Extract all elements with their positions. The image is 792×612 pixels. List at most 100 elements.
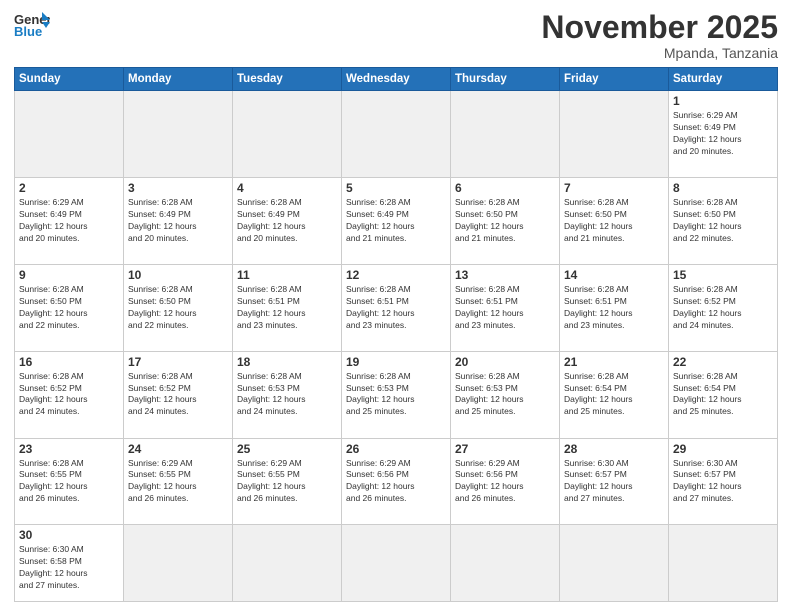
day-number: 18 [237,355,337,369]
calendar-cell: 3 Sunrise: 6:28 AMSunset: 6:49 PMDaylight… [124,178,233,265]
day-info: Sunrise: 6:29 AMSunset: 6:55 PMDaylight:… [237,458,337,506]
month-title: November 2025 [541,10,778,45]
day-number: 6 [455,181,555,195]
day-number: 15 [673,268,773,282]
calendar-cell: 5Sunrise: 6:28 AMSunset: 6:49 PMDaylight… [342,178,451,265]
calendar-cell: 18Sunrise: 6:28 AMSunset: 6:53 PMDayligh… [233,351,342,438]
day-info: Sunrise: 6:28 AMSunset: 6:49 PMDaylight:… [128,197,228,245]
calendar-cell: 7 Sunrise: 6:28 AMSunset: 6:50 PMDaylight… [560,178,669,265]
calendar-cell: 25 Sunrise: 6:29 AMSunset: 6:55 PMDayligh… [233,438,342,525]
day-number: 8 [673,181,773,195]
day-info: Sunrise: 6:29 AMSunset: 6:55 PMDaylight:… [128,458,228,506]
title-block: November 2025 Mpanda, Tanzania [541,10,778,61]
calendar-cell: 22 Sunrise: 6:28 AMSunset: 6:54 PMDayligh… [669,351,778,438]
day-number: 7 [564,181,664,195]
calendar-cell: 12 Sunrise: 6:28 AMSunset: 6:51 PMDayligh… [342,264,451,351]
weekday-friday: Friday [560,68,669,91]
calendar-cell: 20 Sunrise: 6:28 AMSunset: 6:53 PMDayligh… [451,351,560,438]
day-info: Sunrise: 6:29 AMSunset: 6:49 PMDaylight:… [19,197,119,245]
day-number: 28 [564,442,664,456]
calendar-cell: 17 Sunrise: 6:28 AMSunset: 6:52 PMDayligh… [124,351,233,438]
weekday-header-row: SundayMondayTuesdayWednesdayThursdayFrid… [15,68,778,91]
week-row-1: 2 Sunrise: 6:29 AMSunset: 6:49 PMDaylight… [15,178,778,265]
calendar-cell: 1 Sunrise: 6:29 AMSunset: 6:49 PMDaylight… [669,91,778,178]
header: General Blue November 2025 Mpanda, Tanza… [14,10,778,61]
calendar-cell: 26Sunrise: 6:29 AMSunset: 6:56 PMDayligh… [342,438,451,525]
day-number: 10 [128,268,228,282]
day-info: Sunrise: 6:28 AMSunset: 6:55 PMDaylight:… [19,458,119,506]
day-info: Sunrise: 6:28 AMSunset: 6:53 PMDaylight:… [455,371,555,419]
week-row-2: 9 Sunrise: 6:28 AMSunset: 6:50 PMDaylight… [15,264,778,351]
day-info: Sunrise: 6:28 AMSunset: 6:54 PMDaylight:… [673,371,773,419]
day-number: 1 [673,94,773,108]
day-info: Sunrise: 6:28 AMSunset: 6:50 PMDaylight:… [564,197,664,245]
calendar-cell: 4Sunrise: 6:28 AMSunset: 6:49 PMDaylight… [233,178,342,265]
week-row-0: 1 Sunrise: 6:29 AMSunset: 6:49 PMDaylight… [15,91,778,178]
calendar-cell: 16 Sunrise: 6:28 AMSunset: 6:52 PMDayligh… [15,351,124,438]
day-number: 12 [346,268,446,282]
calendar-cell: 10 Sunrise: 6:28 AMSunset: 6:50 PMDayligh… [124,264,233,351]
calendar-cell: 29Sunrise: 6:30 AMSunset: 6:57 PMDayligh… [669,438,778,525]
calendar-cell [342,91,451,178]
day-number: 5 [346,181,446,195]
day-info: Sunrise: 6:28 AMSunset: 6:52 PMDaylight:… [128,371,228,419]
calendar-cell: 2 Sunrise: 6:29 AMSunset: 6:49 PMDaylight… [15,178,124,265]
calendar-cell: 28Sunrise: 6:30 AMSunset: 6:57 PMDayligh… [560,438,669,525]
day-number: 21 [564,355,664,369]
day-info: Sunrise: 6:29 AMSunset: 6:49 PMDaylight:… [673,110,773,158]
day-number: 17 [128,355,228,369]
weekday-sunday: Sunday [15,68,124,91]
day-info: Sunrise: 6:28 AMSunset: 6:50 PMDaylight:… [128,284,228,332]
day-number: 16 [19,355,119,369]
calendar-cell [451,91,560,178]
calendar-cell [124,91,233,178]
day-info: Sunrise: 6:28 AMSunset: 6:51 PMDaylight:… [346,284,446,332]
day-info: Sunrise: 6:28 AMSunset: 6:51 PMDaylight:… [455,284,555,332]
day-number: 25 [237,442,337,456]
day-number: 20 [455,355,555,369]
weekday-monday: Monday [124,68,233,91]
weekday-tuesday: Tuesday [233,68,342,91]
day-number: 27 [455,442,555,456]
calendar-cell: 6Sunrise: 6:28 AMSunset: 6:50 PMDaylight… [451,178,560,265]
weekday-wednesday: Wednesday [342,68,451,91]
day-number: 2 [19,181,119,195]
day-number: 26 [346,442,446,456]
day-info: Sunrise: 6:28 AMSunset: 6:52 PMDaylight:… [19,371,119,419]
day-number: 3 [128,181,228,195]
calendar-cell [342,525,451,602]
calendar-cell [233,91,342,178]
day-number: 13 [455,268,555,282]
logo-icon: General Blue [14,10,50,38]
day-number: 23 [19,442,119,456]
week-row-3: 16 Sunrise: 6:28 AMSunset: 6:52 PMDayligh… [15,351,778,438]
calendar-cell: 9 Sunrise: 6:28 AMSunset: 6:50 PMDaylight… [15,264,124,351]
calendar-cell: 30Sunrise: 6:30 AMSunset: 6:58 PMDayligh… [15,525,124,602]
day-number: 24 [128,442,228,456]
calendar-cell [15,91,124,178]
weekday-thursday: Thursday [451,68,560,91]
week-row-4: 23 Sunrise: 6:28 AMSunset: 6:55 PMDayligh… [15,438,778,525]
day-number: 22 [673,355,773,369]
calendar-cell [233,525,342,602]
day-info: Sunrise: 6:30 AMSunset: 6:58 PMDaylight:… [19,544,119,592]
calendar-cell [560,91,669,178]
day-info: Sunrise: 6:28 AMSunset: 6:52 PMDaylight:… [673,284,773,332]
calendar-table: SundayMondayTuesdayWednesdayThursdayFrid… [14,67,778,602]
day-info: Sunrise: 6:28 AMSunset: 6:50 PMDaylight:… [19,284,119,332]
calendar-cell [124,525,233,602]
weekday-saturday: Saturday [669,68,778,91]
day-info: Sunrise: 6:28 AMSunset: 6:51 PMDaylight:… [564,284,664,332]
day-number: 14 [564,268,664,282]
calendar-cell: 21Sunrise: 6:28 AMSunset: 6:54 PMDayligh… [560,351,669,438]
calendar-cell: 14 Sunrise: 6:28 AMSunset: 6:51 PMDayligh… [560,264,669,351]
calendar-cell: 15 Sunrise: 6:28 AMSunset: 6:52 PMDayligh… [669,264,778,351]
calendar-cell [669,525,778,602]
day-number: 9 [19,268,119,282]
day-number: 11 [237,268,337,282]
calendar-cell: 11Sunrise: 6:28 AMSunset: 6:51 PMDayligh… [233,264,342,351]
calendar-cell [451,525,560,602]
calendar-cell: 13 Sunrise: 6:28 AMSunset: 6:51 PMDayligh… [451,264,560,351]
location: Mpanda, Tanzania [541,45,778,61]
day-info: Sunrise: 6:28 AMSunset: 6:49 PMDaylight:… [237,197,337,245]
